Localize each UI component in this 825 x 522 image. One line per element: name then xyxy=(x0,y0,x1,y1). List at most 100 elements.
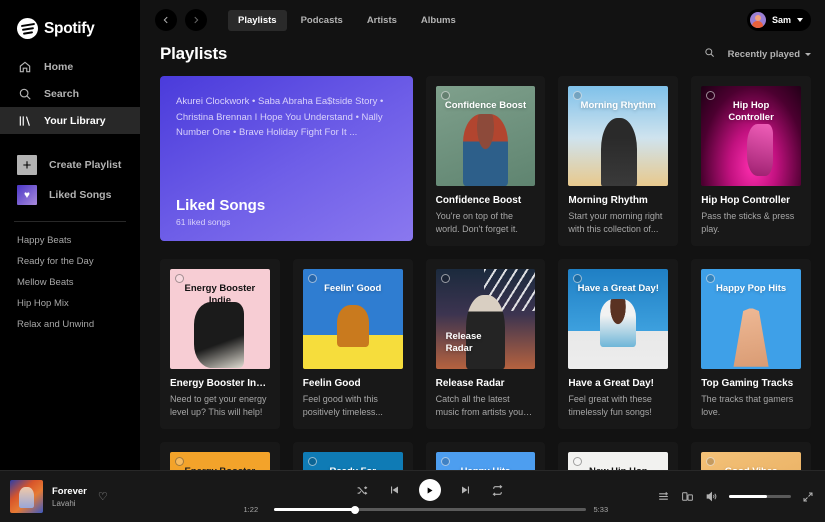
sidebar-item-home[interactable]: Home xyxy=(0,53,140,80)
tab-playlists[interactable]: Playlists xyxy=(228,9,287,31)
spotify-badge-icon xyxy=(573,91,583,100)
now-playing-artwork[interactable] xyxy=(10,480,43,513)
playlist-card-description: The tracks that gamers love. xyxy=(701,393,794,417)
playlist-card[interactable]: Release Radar Release Radar Catch all th… xyxy=(425,258,546,429)
create-playlist-button[interactable]: + Create Playlist xyxy=(0,150,140,180)
user-menu-button[interactable]: Sam xyxy=(746,9,811,31)
spotify-badge-icon xyxy=(440,273,450,283)
now-playing-meta: Forever Lavahi xyxy=(52,486,87,508)
spotify-badge-icon xyxy=(440,91,450,100)
liked-songs-card[interactable]: Akurei Clockwork • Saba Abraha Ea$tside … xyxy=(160,76,413,241)
progress-area: 1:22 5:33 xyxy=(244,505,616,514)
now-playing-title[interactable]: Forever xyxy=(52,486,87,497)
playlist-card[interactable]: Good Vibes xyxy=(691,441,811,470)
sort-controls: Recently played xyxy=(704,45,811,63)
playlist-artwork: New Hip Hop and R&B xyxy=(568,451,669,470)
sort-dropdown[interactable]: Recently played xyxy=(728,49,800,60)
page-title: Playlists xyxy=(160,44,228,63)
playlist-card[interactable]: Happy Hits xyxy=(425,441,546,470)
playlist-card[interactable]: Energy Booster Indie Energy Booster Indi… xyxy=(160,258,280,429)
chevron-down-icon xyxy=(797,18,803,22)
sidebar-item-search[interactable]: Search xyxy=(0,80,140,107)
volume-icon[interactable] xyxy=(705,490,718,503)
spotify-badge-icon xyxy=(706,456,716,466)
spotify-wordmark: Spotify xyxy=(44,19,95,37)
liked-songs-card-title: Liked Songs xyxy=(176,197,266,214)
playlist-card[interactable]: Happy Pop Hits Top Gaming Tracks The tra… xyxy=(691,258,811,429)
shuffle-icon[interactable] xyxy=(356,484,369,497)
sidebar-item-your-library[interactable]: Your Library xyxy=(0,107,140,134)
playlist-card-title: Release Radar xyxy=(435,377,505,389)
play-icon xyxy=(427,487,433,493)
sidebar-item-home-label: Home xyxy=(44,60,74,73)
tab-podcasts[interactable]: Podcasts xyxy=(291,10,353,31)
progress-slider[interactable] xyxy=(273,505,586,514)
spotify-logo[interactable]: Spotify xyxy=(0,12,140,53)
content-type-tabs: Playlists Podcasts Artists Albums xyxy=(228,9,466,31)
liked-songs-preview: Akurei Clockwork • Saba Abraha Ea$tside … xyxy=(176,96,384,139)
sidebar-playlist-item[interactable]: Ready for the Day xyxy=(0,251,140,272)
home-icon xyxy=(17,59,32,74)
repeat-icon[interactable] xyxy=(491,484,504,497)
playlist-artwork: Happy Pop Hits xyxy=(701,268,801,369)
spotify-badge-icon xyxy=(573,456,583,466)
playlist-card[interactable]: New Hip Hop and R&B xyxy=(558,441,679,470)
sidebar-item-your-library-label: Your Library xyxy=(44,114,106,127)
duration-time: 5:33 xyxy=(593,505,609,514)
back-button[interactable] xyxy=(155,9,177,31)
playlist-card-description: Start your morning right with this colle… xyxy=(568,210,663,234)
playlist-card-description: Feel great with these timelessly fun son… xyxy=(568,393,652,417)
queue-icon[interactable] xyxy=(657,490,670,503)
playlist-card-description: Feel good with this positively timeless.… xyxy=(302,393,383,417)
heart-icon: ♥ xyxy=(17,185,37,205)
artwork-label: Hip Hop Controller xyxy=(728,99,774,123)
playlist-artwork: Morning Rhythm xyxy=(568,86,669,186)
playlist-artwork: Hip Hop Controller xyxy=(701,86,801,186)
artwork-label: Morning Rhythm xyxy=(580,99,657,111)
tab-artists[interactable]: Artists xyxy=(357,10,407,31)
heart-outline-icon[interactable]: ♡ xyxy=(98,490,108,503)
fullscreen-icon[interactable] xyxy=(802,491,814,503)
sidebar-playlist-item[interactable]: Relax and Unwind xyxy=(0,314,140,335)
playlist-card-description: Need to get your energy level up? This w… xyxy=(170,393,267,417)
liked-songs-button[interactable]: ♥ Liked Songs xyxy=(0,180,140,210)
tab-albums[interactable]: Albums xyxy=(411,10,466,31)
section-header: Playlists Recently played xyxy=(160,40,811,76)
playlist-card-title: Top Gaming Tracks xyxy=(701,377,794,389)
playlist-card[interactable]: Hip Hop Controller Hip Hop Controller Pa… xyxy=(691,76,811,246)
playlist-card[interactable]: Feelin' Good Feelin Good Feel good with … xyxy=(292,258,413,429)
sidebar-playlist-item[interactable]: Happy Beats xyxy=(0,230,140,251)
artwork-label: Feelin' Good xyxy=(324,282,382,294)
playlist-card[interactable]: Have a Great Day! Have a Great Day! Feel… xyxy=(558,258,679,429)
chevron-right-icon xyxy=(194,16,199,24)
playlist-card[interactable]: Energy Booster Hip-Hop xyxy=(160,441,280,470)
playlist-card-title: Confidence Boost xyxy=(435,194,522,206)
playlist-card-description: You're on top of the world. Don't forget… xyxy=(435,210,518,234)
playlist-card[interactable]: Morning Rhythm Morning Rhythm Start your… xyxy=(558,76,679,246)
sidebar-playlist-item[interactable]: Hip Hop Mix xyxy=(0,293,140,314)
connect-device-icon[interactable] xyxy=(681,490,694,503)
forward-button[interactable] xyxy=(185,9,207,31)
spotify-logo-icon xyxy=(17,18,38,39)
playlist-grid: Akurei Clockwork • Saba Abraha Ea$tside … xyxy=(160,76,811,470)
playlist-card[interactable]: Confidence Boost Confidence Boost You're… xyxy=(425,76,546,246)
sidebar: Spotify Home Search Your Library + Creat… xyxy=(0,0,140,470)
search-icon[interactable] xyxy=(704,45,715,63)
playlist-artwork: Confidence Boost xyxy=(435,86,536,186)
sidebar-playlist-item[interactable]: Mellow Beats xyxy=(0,272,140,293)
spotify-badge-icon xyxy=(175,273,184,283)
player-center: 1:22 5:33 xyxy=(244,479,616,514)
spotify-badge-icon xyxy=(307,456,317,466)
now-playing-artist[interactable]: Lavahi xyxy=(52,499,87,508)
player-right-controls xyxy=(616,490,825,503)
previous-track-icon[interactable] xyxy=(388,484,400,496)
playlist-card[interactable]: Ready For The Day xyxy=(292,441,413,470)
play-button[interactable] xyxy=(418,479,441,501)
playlist-card-title: Energy Booster Indie xyxy=(170,377,270,389)
user-name-label: Sam xyxy=(771,15,791,25)
playlist-card-title: Morning Rhythm xyxy=(568,194,648,206)
next-track-icon[interactable] xyxy=(460,484,472,496)
volume-slider[interactable] xyxy=(729,495,791,498)
chevron-down-icon[interactable] xyxy=(805,52,811,56)
playback-controls xyxy=(356,479,504,501)
